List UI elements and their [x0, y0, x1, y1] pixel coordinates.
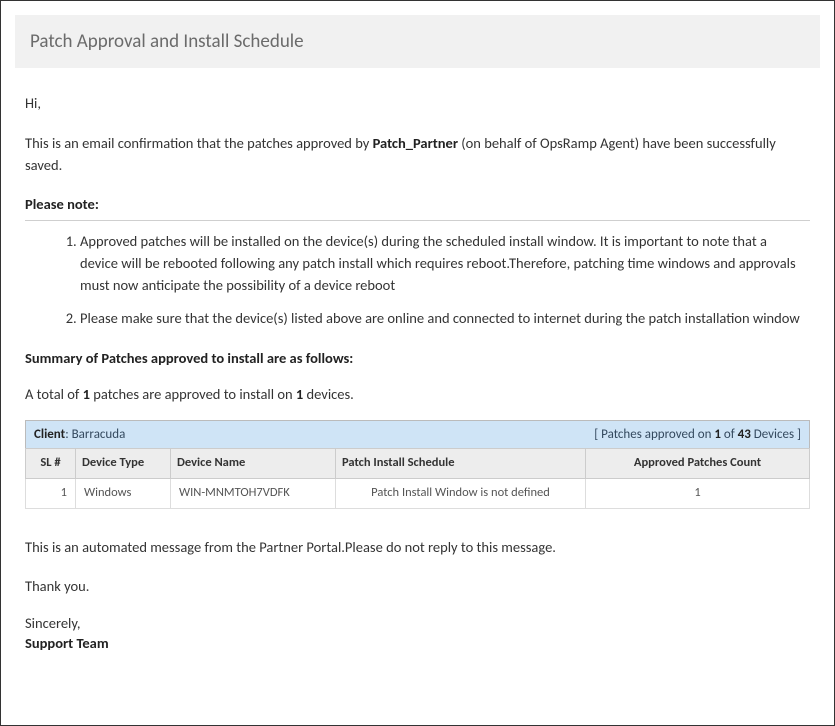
client-bar-left: Client: Barracuda — [34, 425, 125, 445]
approved-of: of — [721, 427, 738, 442]
th-count: Approved Patches Count — [586, 449, 810, 479]
client-name: : Barracuda — [65, 427, 125, 442]
notes-list: Approved patches will be installed on th… — [80, 231, 810, 330]
page-border: Patch Approval and Install Schedule Hi, … — [0, 0, 835, 726]
table-row: 1 Windows WIN-MNMTOH7VDFK Patch Install … — [26, 478, 810, 508]
note-item: Approved patches will be installed on th… — [80, 231, 800, 296]
intro-paragraph: This is an email confirmation that the p… — [25, 133, 810, 177]
support-team: Support Team — [25, 634, 810, 654]
signoff: Sincerely, Support Team — [25, 614, 810, 653]
table-header-row: SL # Device Type Device Name Patch Insta… — [26, 449, 810, 479]
td-count: 1 — [586, 478, 810, 508]
patch-table: SL # Device Type Device Name Patch Insta… — [25, 448, 810, 509]
greeting: Hi, — [25, 93, 810, 115]
client-bar-right: [ Patches approved on 1 of 43 Devices ] — [594, 425, 801, 445]
th-sl: SL # — [26, 449, 76, 479]
td-sl: 1 — [26, 478, 76, 508]
summary-label: Summary of Patches approved to install a… — [25, 348, 810, 370]
page-title: Patch Approval and Install Schedule — [30, 30, 304, 53]
table-body: 1 Windows WIN-MNMTOH7VDFK Patch Install … — [26, 478, 810, 508]
partner-name: Patch_Partner — [373, 134, 458, 152]
thankyou: Thank you. — [25, 576, 810, 598]
title-bar: Patch Approval and Install Schedule — [15, 15, 820, 68]
approved-n2: 43 — [738, 427, 751, 442]
summary-p1: A total of — [25, 385, 83, 403]
approved-on-prefix: [ Patches approved on — [594, 427, 714, 442]
td-device-type: Windows — [76, 478, 171, 508]
td-schedule: Patch Install Window is not defined — [336, 478, 586, 508]
client-label: Client — [34, 427, 65, 442]
separator — [25, 220, 810, 221]
approved-n1: 1 — [714, 427, 721, 442]
intro-prefix: This is an email confirmation that the p… — [25, 134, 373, 152]
th-schedule: Patch Install Schedule — [336, 449, 586, 479]
th-device-name: Device Name — [171, 449, 336, 479]
summary-text: A total of 1 patches are approved to ins… — [25, 384, 810, 406]
please-note-label: Please note: — [25, 194, 810, 216]
client-bar: Client: Barracuda [ Patches approved on … — [25, 420, 810, 449]
td-device-name: WIN-MNMTOH7VDFK — [171, 478, 336, 508]
approved-suffix: Devices ] — [751, 427, 801, 442]
summary-p3: devices. — [303, 385, 354, 403]
th-device-type: Device Type — [76, 449, 171, 479]
patches-count: 1 — [83, 385, 90, 403]
sincerely: Sincerely, — [25, 614, 810, 634]
table-head: SL # Device Type Device Name Patch Insta… — [26, 449, 810, 479]
content: Hi, This is an email confirmation that t… — [15, 68, 820, 653]
summary-p2: patches are approved to install on — [90, 385, 296, 403]
automated-message: This is an automated message from the Pa… — [25, 537, 810, 559]
note-item: Please make sure that the device(s) list… — [80, 308, 800, 330]
